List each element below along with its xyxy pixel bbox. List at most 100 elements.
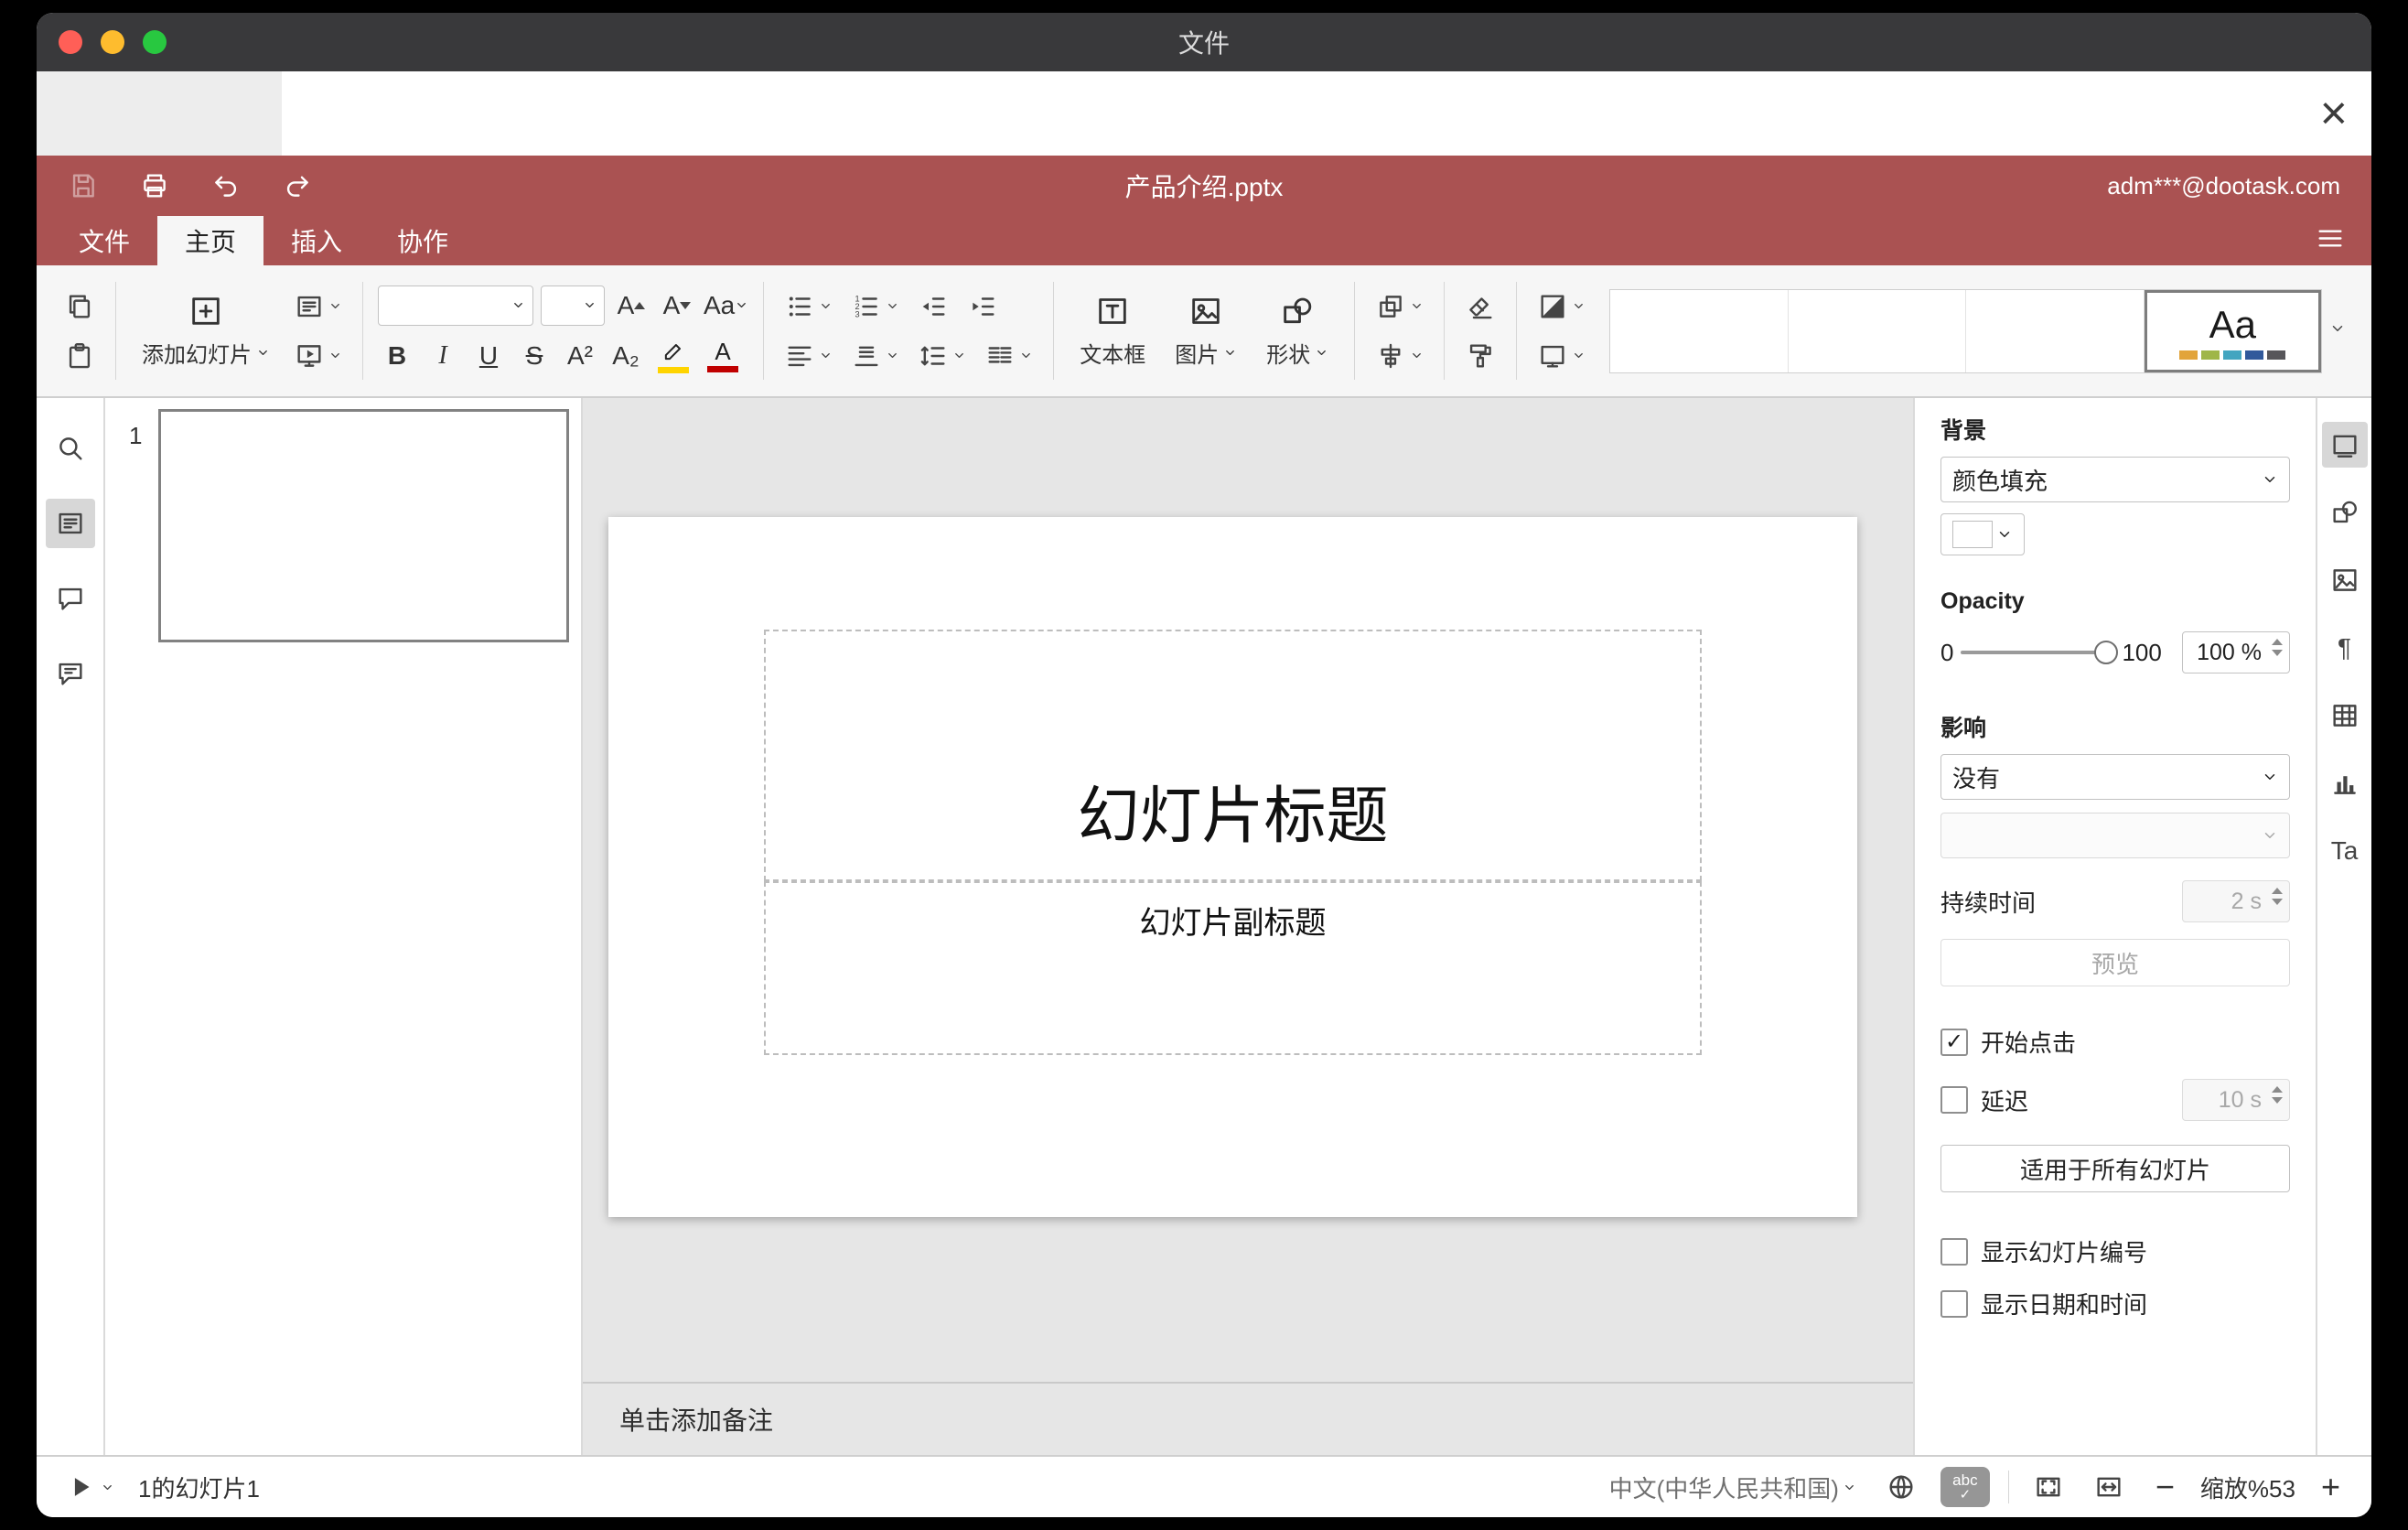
theme-option-selected[interactable]: Aa: [2144, 289, 2321, 372]
slide-canvas[interactable]: 幻灯片标题 幻灯片副标题: [583, 398, 1913, 1382]
subtitle-placeholder[interactable]: 幻灯片副标题: [764, 881, 1702, 1055]
decrease-indent-button[interactable]: [912, 286, 954, 327]
vertical-align-button[interactable]: [845, 336, 905, 376]
tab-file[interactable]: 文件: [51, 216, 157, 265]
slide-subgroup: [288, 286, 348, 376]
start-slideshow-status-button[interactable]: [60, 1467, 120, 1507]
search-button[interactable]: [46, 424, 95, 473]
redo-button[interactable]: [282, 170, 313, 201]
textart-settings-button[interactable]: Ta: [2322, 828, 2368, 874]
window-minimize-button[interactable]: [101, 30, 124, 54]
highlight-color-button[interactable]: [652, 335, 694, 377]
increase-font-button[interactable]: A: [612, 286, 650, 326]
paste-button[interactable]: [59, 336, 101, 376]
tab-insert[interactable]: 插入: [263, 216, 370, 265]
italic-button[interactable]: I: [424, 336, 462, 376]
start-on-click-checkbox[interactable]: ✓: [1940, 1028, 1968, 1056]
slide-settings-button[interactable]: [2321, 422, 2368, 468]
window-close-button[interactable]: [59, 30, 82, 54]
duration-spinner[interactable]: [2272, 888, 2283, 905]
tab-home[interactable]: 主页: [157, 216, 264, 265]
notes-area[interactable]: 单击添加备注: [583, 1382, 1913, 1455]
theme-option-3[interactable]: [1966, 289, 2145, 372]
zoom-out-button[interactable]: −: [2148, 1471, 2182, 1503]
delay-input[interactable]: 10 s: [2182, 1079, 2290, 1121]
numbering-button[interactable]: [845, 286, 905, 327]
comments-button[interactable]: [46, 574, 95, 623]
theme-gallery-expand-button[interactable]: [2322, 313, 2353, 349]
apply-to-all-button[interactable]: 适用于所有幻灯片: [1940, 1145, 2290, 1192]
line-spacing-button[interactable]: [912, 336, 972, 376]
hamburger-menu-icon[interactable]: [2315, 223, 2346, 259]
opacity-slider-knob[interactable]: [2094, 641, 2119, 664]
slides-panel-button[interactable]: [45, 499, 95, 548]
fit-slide-button[interactable]: [2027, 1467, 2069, 1507]
effect-type-select[interactable]: [1940, 813, 2290, 858]
window-zoom-button[interactable]: [143, 30, 167, 54]
theme-option-2[interactable]: [1788, 289, 1967, 372]
clear-style-button[interactable]: [1459, 286, 1501, 327]
insert-textbox-button[interactable]: 文本框: [1069, 289, 1156, 372]
save-button[interactable]: [68, 170, 99, 201]
subscript-label: A₂: [612, 340, 640, 370]
image-settings-button[interactable]: [2322, 557, 2368, 603]
opacity-slider[interactable]: [1961, 641, 2119, 664]
columns-button[interactable]: [979, 336, 1038, 376]
font-name-combo[interactable]: [378, 285, 533, 326]
theme-option-1[interactable]: [1610, 289, 1789, 372]
tab-collaboration[interactable]: 协作: [370, 216, 476, 265]
copy-style-button[interactable]: [1459, 336, 1501, 376]
show-date-time-row: 显示日期和时间: [1940, 1287, 2290, 1320]
change-case-button[interactable]: Aa: [704, 286, 748, 326]
horizontal-align-button[interactable]: [779, 336, 838, 376]
add-slide-button[interactable]: 添加幻灯片: [131, 289, 281, 372]
insert-image-button[interactable]: 图片: [1164, 289, 1248, 372]
font-size-combo[interactable]: [541, 285, 605, 326]
preview-button[interactable]: 预览: [1940, 939, 2290, 986]
opacity-input[interactable]: 100 %: [2182, 631, 2290, 673]
zoom-in-button[interactable]: +: [2314, 1471, 2348, 1503]
spellcheck-button[interactable]: abc ✓: [1940, 1467, 1990, 1507]
delay-spinner[interactable]: [2272, 1086, 2283, 1104]
delay-checkbox[interactable]: [1940, 1086, 1968, 1114]
slide-size-button[interactable]: [1532, 336, 1591, 376]
font-color-button[interactable]: A: [702, 336, 744, 376]
print-button[interactable]: [139, 170, 170, 201]
color-scheme-button[interactable]: [1532, 286, 1591, 327]
start-slideshow-button[interactable]: [288, 336, 348, 376]
fit-width-button[interactable]: [2088, 1467, 2130, 1507]
background-fill-select[interactable]: 颜色填充: [1940, 457, 2290, 502]
insert-shape-button[interactable]: 形状: [1255, 289, 1339, 372]
chart-settings-button[interactable]: [2322, 760, 2368, 806]
title-placeholder[interactable]: 幻灯片标题: [764, 630, 1702, 881]
show-slide-number-checkbox[interactable]: [1940, 1237, 1968, 1266]
align-shape-button[interactable]: [1370, 336, 1429, 376]
shape-settings-button[interactable]: [2322, 490, 2368, 535]
bold-button[interactable]: B: [378, 336, 416, 376]
decrease-font-button[interactable]: A: [658, 286, 696, 326]
underline-button[interactable]: U: [469, 336, 508, 376]
slide[interactable]: 幻灯片标题 幻灯片副标题: [608, 517, 1857, 1217]
opacity-spinner[interactable]: [2272, 639, 2283, 656]
fill-color-picker[interactable]: [1940, 513, 2025, 555]
bullets-button[interactable]: [779, 286, 838, 327]
language-selector[interactable]: 中文(中华人民共和国): [1604, 1466, 1862, 1509]
superscript-button[interactable]: A²: [561, 336, 599, 376]
slide-thumbnail[interactable]: [158, 409, 569, 642]
change-layout-button[interactable]: [288, 286, 348, 327]
arrange-shape-button[interactable]: [1370, 286, 1429, 327]
effect-value: 没有: [1952, 764, 2001, 792]
subscript-button[interactable]: A₂: [607, 336, 645, 376]
chat-button[interactable]: [46, 649, 95, 698]
undo-button[interactable]: [210, 170, 242, 201]
set-language-button[interactable]: [1880, 1467, 1922, 1507]
table-settings-button[interactable]: [2322, 693, 2368, 738]
increase-indent-button[interactable]: [962, 286, 1004, 327]
duration-input[interactable]: 2 s: [2182, 880, 2290, 922]
show-date-time-checkbox[interactable]: [1940, 1289, 1968, 1318]
close-icon[interactable]: ×: [2320, 90, 2348, 137]
paragraph-settings-button[interactable]: ¶: [2322, 625, 2368, 671]
effect-select[interactable]: 没有: [1940, 754, 2290, 800]
strikethrough-button[interactable]: S: [515, 336, 554, 376]
copy-button[interactable]: [59, 286, 101, 327]
